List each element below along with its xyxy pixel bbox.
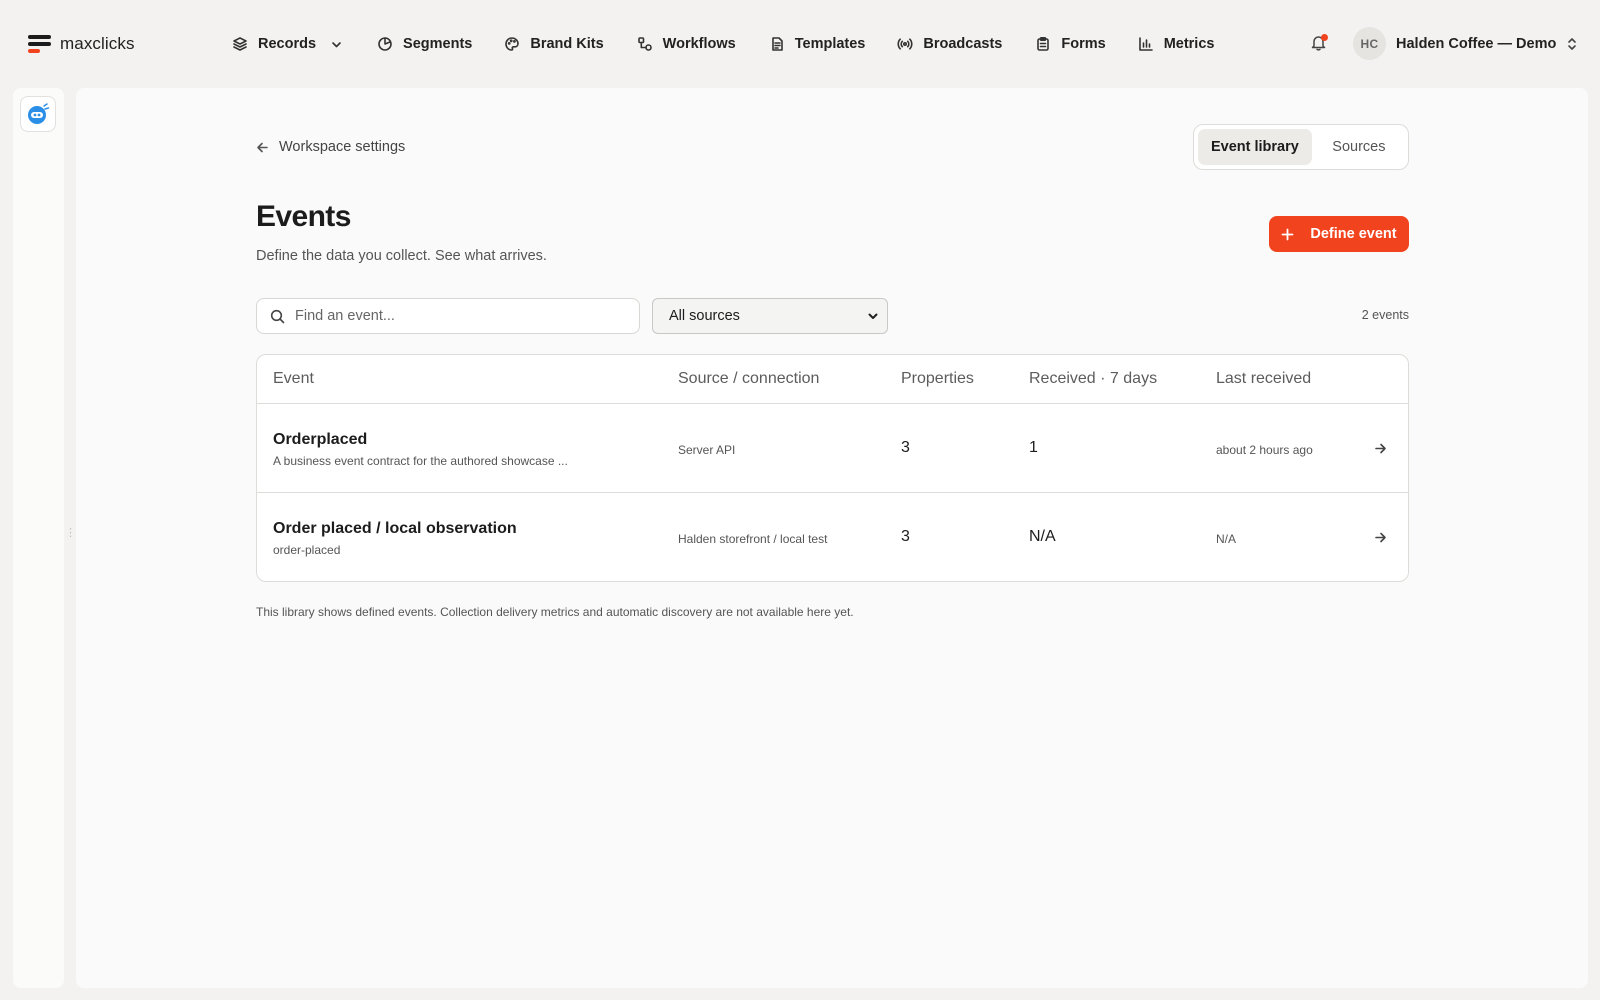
main-nav: Records Segments Brand Kits Workflows Te… bbox=[232, 30, 1214, 58]
nav-item-label: Metrics bbox=[1163, 36, 1215, 52]
resize-handle[interactable]: ⋮⋮ bbox=[65, 528, 88, 545]
library-footnote: This library shows defined events. Colle… bbox=[256, 605, 854, 619]
nav-item-segments[interactable]: Segments bbox=[377, 30, 472, 58]
event-name: Order placed / local observation bbox=[273, 520, 517, 537]
chevron-down-icon bbox=[868, 313, 878, 319]
chevron-down-icon bbox=[332, 41, 341, 47]
pie-chart-icon bbox=[378, 37, 392, 51]
chevron-up-down-icon bbox=[1566, 37, 1578, 51]
nav-item-workflows[interactable]: Workflows bbox=[637, 30, 736, 58]
nav-item-metrics[interactable]: Metrics bbox=[1138, 30, 1215, 58]
unread-indicator bbox=[1321, 34, 1328, 41]
arrow-right-icon[interactable] bbox=[1374, 442, 1388, 456]
event-description: A business event contract for the author… bbox=[273, 454, 568, 468]
column-header-properties: Properties bbox=[901, 370, 974, 387]
column-header-source: Source / connection bbox=[678, 370, 820, 387]
workflow-icon bbox=[637, 37, 652, 51]
top-navigation-bar: maxclicks Records Segments Brand Kits Wo… bbox=[0, 0, 1600, 88]
event-name: Orderplaced bbox=[273, 431, 368, 448]
avatar: HC bbox=[1353, 27, 1386, 60]
logo-mark-icon bbox=[28, 34, 51, 54]
page-subtitle: Define the data you collect. See what ar… bbox=[256, 248, 547, 264]
event-received-count: 1 bbox=[1029, 439, 1038, 456]
back-to-workspace-settings-link[interactable]: Workspace settings bbox=[256, 139, 405, 155]
event-description: order-placed bbox=[273, 543, 341, 557]
nav-item-label: Segments bbox=[403, 36, 473, 52]
column-header-last-received: Last received bbox=[1216, 370, 1312, 387]
table-header: Event Source / connection Properties Rec… bbox=[257, 355, 1408, 404]
table-row[interactable]: Orderplaced A business event contract fo… bbox=[257, 404, 1408, 493]
account-switcher[interactable]: HC Halden Coffee — Demo bbox=[1353, 27, 1578, 60]
column-header-event: Event bbox=[273, 370, 314, 387]
nav-item-records[interactable]: Records bbox=[232, 30, 343, 58]
view-tabs: Event library Sources bbox=[1193, 124, 1409, 170]
plus-icon bbox=[1281, 228, 1294, 240]
tab-sources[interactable]: Sources bbox=[1314, 129, 1404, 165]
search-icon bbox=[270, 309, 285, 323]
page-title: Events bbox=[256, 200, 351, 233]
nav-item-label: Brand Kits bbox=[530, 36, 604, 52]
brand-name: maxclicks bbox=[60, 34, 135, 53]
account-name: Halden Coffee — Demo bbox=[1396, 35, 1557, 52]
column-header-received: Received · 7 days bbox=[1029, 370, 1158, 387]
assistant-button[interactable] bbox=[20, 96, 56, 132]
nav-item-templates[interactable]: Templates bbox=[769, 30, 866, 58]
brand-logo[interactable]: maxclicks bbox=[28, 34, 135, 54]
nav-item-label: Records bbox=[258, 36, 317, 52]
broadcast-icon bbox=[897, 38, 913, 50]
event-source: Server API bbox=[678, 443, 736, 457]
events-table: Event Source / connection Properties Rec… bbox=[256, 354, 1409, 582]
event-properties-count: 3 bbox=[901, 439, 910, 456]
event-count: 2 events bbox=[1361, 308, 1409, 322]
source-filter-select[interactable]: All sources bbox=[652, 298, 888, 334]
event-source: Halden storefront / local test bbox=[678, 532, 828, 546]
nav-item-forms[interactable]: Forms bbox=[1035, 30, 1106, 58]
palette-icon bbox=[505, 37, 520, 51]
left-rail bbox=[13, 88, 64, 988]
back-link-label: Workspace settings bbox=[279, 139, 406, 155]
document-icon bbox=[771, 37, 783, 51]
event-last-received: N/A bbox=[1216, 532, 1237, 546]
clipboard-icon bbox=[1037, 36, 1050, 51]
event-last-received: about 2 hours ago bbox=[1216, 443, 1313, 457]
event-received-count: N/A bbox=[1029, 528, 1056, 545]
layers-icon bbox=[233, 37, 247, 51]
arrow-left-icon bbox=[257, 142, 268, 152]
nav-item-label: Forms bbox=[1061, 36, 1106, 52]
source-filter-value: All sources bbox=[669, 308, 740, 324]
robot-icon bbox=[28, 103, 50, 124]
table-row[interactable]: Order placed / local observation order-p… bbox=[257, 493, 1408, 581]
event-search bbox=[256, 298, 640, 334]
bar-chart-icon bbox=[1138, 37, 1153, 51]
tab-event-library[interactable]: Event library bbox=[1198, 129, 1312, 165]
define-event-button[interactable]: Define event bbox=[1269, 216, 1409, 252]
nav-item-broadcasts[interactable]: Broadcasts bbox=[897, 30, 1002, 58]
arrow-right-icon[interactable] bbox=[1374, 531, 1388, 545]
nav-item-brand-kits[interactable]: Brand Kits bbox=[504, 30, 604, 58]
nav-item-label: Templates bbox=[794, 36, 866, 52]
define-event-label: Define event bbox=[1310, 226, 1397, 242]
nav-item-label: Workflows bbox=[662, 36, 736, 52]
event-properties-count: 3 bbox=[901, 528, 910, 545]
search-input[interactable] bbox=[295, 308, 615, 324]
notifications-button[interactable] bbox=[1310, 34, 1330, 54]
nav-item-label: Broadcasts bbox=[923, 36, 1003, 52]
